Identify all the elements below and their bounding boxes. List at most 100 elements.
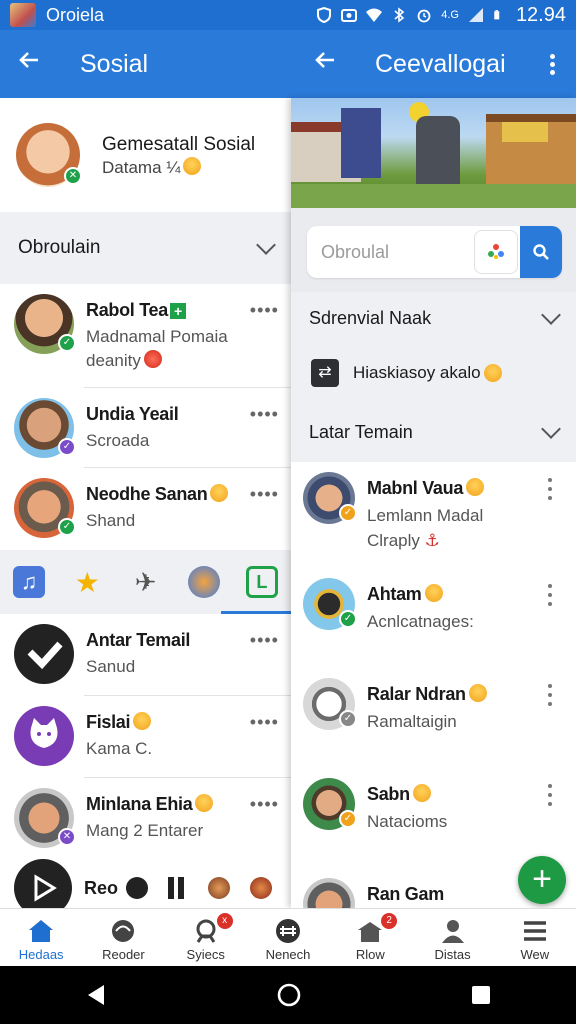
chat-name: Fislai: [86, 712, 131, 732]
chat-avatar: [14, 706, 74, 766]
back-button-right[interactable]: [308, 48, 342, 77]
nav-label: Syiecs: [186, 947, 225, 962]
person-item[interactable]: ✓ Ahtam Acnlcatnages:: [291, 568, 576, 668]
chat-line: Mang 2 Entarer: [86, 821, 204, 840]
book-icon[interactable]: L: [245, 566, 278, 598]
profile-card[interactable]: ✕ Gemesatall Sosial Datama ¼: [0, 98, 291, 212]
house-icon: [358, 922, 383, 942]
chevron-down-icon: [541, 305, 561, 325]
recents-square-icon[interactable]: [470, 984, 492, 1006]
status-icon: ✓: [339, 710, 357, 728]
person-avatar: ✓: [303, 678, 357, 730]
person-avatar: ✓: [303, 472, 357, 524]
more-dots-icon[interactable]: ••••: [250, 630, 279, 651]
music-icon[interactable]: ♫: [13, 566, 46, 598]
chat-item[interactable]: ✕ Minlana Ehia Mang 2 Entarer ••••: [0, 778, 291, 858]
nav-label: Hedaas: [18, 947, 64, 962]
more-vert-icon[interactable]: [548, 478, 554, 500]
signal-icon: [468, 8, 483, 22]
home-circle-icon[interactable]: [276, 982, 302, 1008]
status-app-name: Oroiela: [46, 4, 105, 25]
status-icon: ✓: [339, 610, 357, 628]
section-title: Obroulain: [18, 237, 101, 258]
profile-name: Gemesatall Sosial: [102, 134, 256, 155]
contact-item[interactable]: ✓ Neodhe Sanan Shand ••••: [0, 468, 291, 550]
more-dots-icon[interactable]: ••••: [250, 300, 279, 321]
person-item[interactable]: ✓ Ralar Ndran Ramaltaigin: [291, 668, 576, 768]
plane-icon[interactable]: ✈: [129, 566, 161, 598]
nav-hedaas[interactable]: Hedaas: [0, 909, 82, 966]
contact-name: Undia Yeail: [86, 404, 179, 424]
more-vert-icon[interactable]: [548, 684, 554, 706]
add-fab-button[interactable]: +: [518, 856, 566, 904]
chat-line: Sanud: [86, 657, 136, 676]
contact-line: deanity: [86, 351, 141, 370]
menu-item-label: Hiaskiasoy akalo: [353, 363, 481, 382]
person-item[interactable]: ✓ Mabnl Vaua Lemlann Madal Clraply ⚓: [291, 462, 576, 568]
chat-item[interactable]: Fislai Kama C. ••••: [0, 696, 291, 778]
clock: 12.94: [515, 3, 566, 26]
status-icon: ✓: [58, 518, 76, 536]
pause-button[interactable]: [168, 877, 185, 899]
contact-avatar: ✓: [14, 398, 76, 458]
more-dots-icon[interactable]: ••••: [250, 794, 279, 815]
person-name: Sabn: [367, 784, 410, 804]
more-dots-icon[interactable]: ••••: [250, 712, 279, 733]
person-line: Acnlcatnages:: [367, 612, 474, 631]
person-line: Ramaltaigin: [367, 712, 457, 731]
back-triangle-icon[interactable]: [84, 983, 108, 1007]
contact-item[interactable]: ✓ Rabol Tea + Madnamal Pomaia deanity •••…: [0, 284, 291, 388]
profile-subtitle: Datama ¼: [102, 158, 181, 177]
play-button[interactable]: [14, 859, 72, 908]
person-item[interactable]: ✓ Sabn Natacioms: [291, 768, 576, 868]
nav-rlow[interactable]: 2 Rlow: [329, 909, 411, 966]
contact-line: Scroada: [86, 431, 150, 450]
nav-label: Reoder: [102, 947, 145, 962]
reader-icon: [112, 920, 135, 942]
plus-icon: +: [169, 303, 186, 319]
chat-avatar: [14, 624, 74, 684]
chat-name: Antar Temail: [86, 630, 191, 650]
section-sdrenvial[interactable]: Sdrenvial Naak: [291, 292, 576, 344]
back-button-left[interactable]: [12, 48, 46, 77]
section-obroulain[interactable]: Obroulain: [0, 212, 291, 284]
network-icon: [275, 919, 300, 943]
search-area: Obroulal: [291, 208, 576, 292]
section-latar-temain[interactable]: Latar Temain: [291, 402, 576, 462]
nav-reoder[interactable]: Reoder: [82, 909, 164, 966]
more-options-button[interactable]: [540, 46, 564, 82]
person-avatar: ✓: [303, 578, 357, 630]
contact-avatar: ✓: [14, 294, 76, 354]
contact-item[interactable]: ✓ Undia Yeail Scroada ••••: [0, 388, 291, 468]
search-input[interactable]: Obroulal: [307, 226, 562, 278]
more-dots-icon[interactable]: ••••: [250, 404, 279, 425]
person-name: Ahtam: [367, 584, 422, 604]
alarm-icon: [417, 9, 431, 23]
notification-thumbnail: [10, 3, 36, 27]
right-page-title: Ceevallogai: [375, 50, 506, 78]
face-icon: [126, 877, 149, 899]
more-vert-icon[interactable]: [548, 784, 554, 806]
more-dots-icon[interactable]: ••••: [250, 484, 279, 505]
battery-icon: [494, 10, 500, 20]
star-icon[interactable]: ★: [71, 566, 103, 598]
nav-syiecs[interactable]: x Syiecs: [165, 909, 247, 966]
search-button[interactable]: [520, 226, 562, 278]
chat-item[interactable]: Antar Temail Sanud ••••: [0, 614, 291, 696]
more-vert-icon[interactable]: [548, 584, 554, 606]
contact-line: Madnamal Pomaia: [86, 327, 228, 346]
nav-distas[interactable]: Distas: [411, 909, 493, 966]
voice-button[interactable]: [474, 230, 518, 274]
person-line: Clraply: [367, 531, 420, 550]
nav-nenech[interactable]: Nenech: [247, 909, 329, 966]
menu-icon: [523, 921, 546, 941]
mascot-icon[interactable]: [187, 566, 220, 598]
smile-emoji-icon: [468, 684, 487, 702]
chat-avatar: ✕: [14, 788, 76, 848]
nav-wew[interactable]: Wew: [494, 909, 576, 966]
smile-emoji-icon: [483, 364, 502, 382]
search-icon: [533, 244, 549, 260]
menu-item[interactable]: ⇄ Hiaskiasoy akalo: [291, 344, 576, 402]
wifi-icon: [366, 8, 383, 22]
game-banner-image[interactable]: [291, 98, 576, 208]
